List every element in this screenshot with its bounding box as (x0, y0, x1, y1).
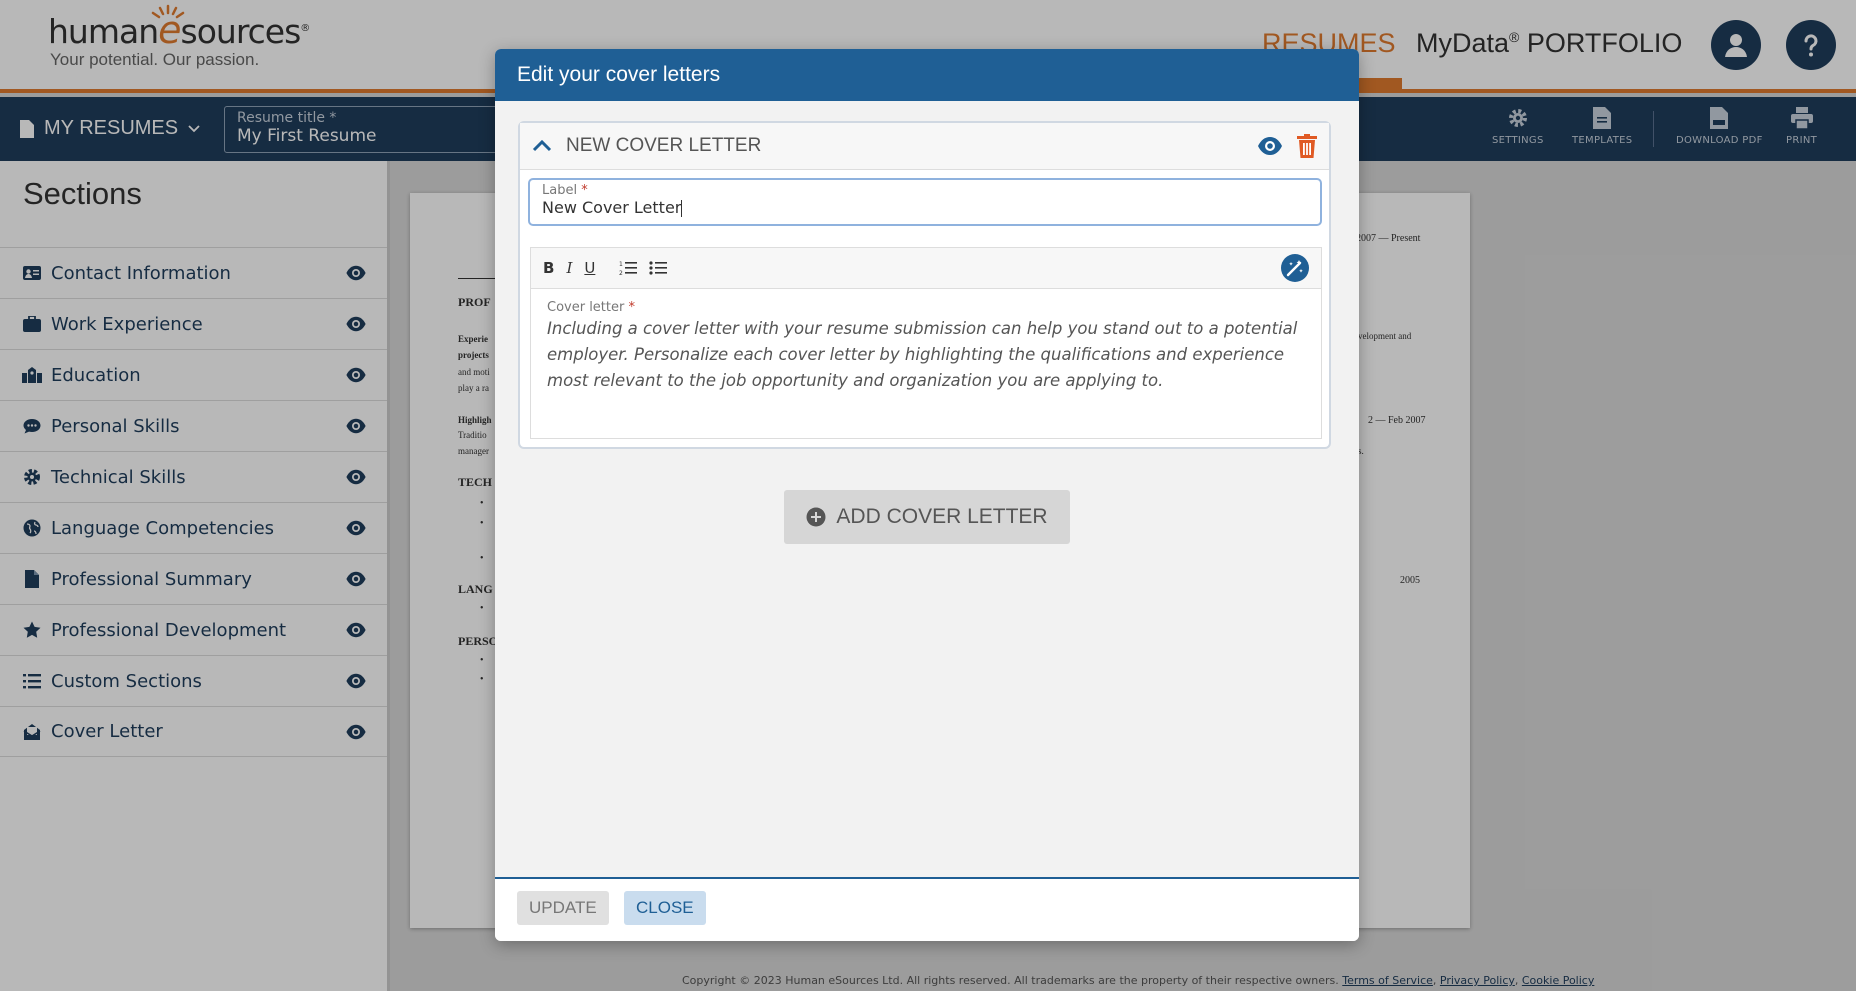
cover-letter-panel-header[interactable]: NEW COVER LETTER (520, 123, 1329, 170)
cover-letter-label: Cover letter (547, 300, 625, 315)
cover-letter-panel: NEW COVER LETTER Label * New Cover Lette… (518, 121, 1331, 449)
ai-assist-button[interactable] (1281, 254, 1309, 282)
required-marker: * (628, 300, 636, 315)
magic-wand-icon (1286, 260, 1303, 277)
eye-icon[interactable] (1257, 136, 1283, 156)
required-marker: * (581, 183, 588, 198)
ordered-list-icon[interactable]: 12 (619, 260, 638, 276)
cover-letter-textarea[interactable]: Including a cover letter with your resum… (547, 316, 1307, 394)
label-field[interactable]: Label * New Cover Letter (528, 178, 1322, 226)
bullet-list-icon[interactable] (649, 260, 668, 276)
svg-text:1: 1 (619, 261, 623, 268)
underline-button[interactable]: U (584, 259, 595, 277)
cover-letter-editor: B I U 12 Cover letter * Including a cove… (530, 247, 1322, 439)
label-field-value: New Cover Letter (542, 198, 682, 217)
label-field-label: Label (542, 183, 578, 198)
italic-button[interactable]: I (566, 259, 572, 277)
add-cover-letter-label: ADD COVER LETTER (836, 505, 1048, 528)
modal-footer: UPDATE CLOSE (495, 877, 1359, 941)
update-button[interactable]: UPDATE (517, 891, 609, 925)
add-cover-letter-button[interactable]: ADD COVER LETTER (784, 490, 1070, 544)
cover-letter-panel-title: NEW COVER LETTER (566, 135, 762, 156)
close-button[interactable]: CLOSE (624, 891, 706, 925)
modal-title: Edit your cover letters (495, 49, 1359, 101)
editor-toolbar: B I U 12 (531, 248, 1321, 289)
svg-text:2: 2 (619, 270, 623, 276)
plus-circle-icon (806, 507, 826, 527)
text-caret (681, 200, 683, 217)
chevron-up-icon[interactable] (532, 140, 552, 152)
bold-button[interactable]: B (543, 259, 554, 277)
edit-cover-letters-modal: Edit your cover letters NEW COVER LETTER… (495, 49, 1359, 941)
trash-icon[interactable] (1297, 134, 1317, 158)
